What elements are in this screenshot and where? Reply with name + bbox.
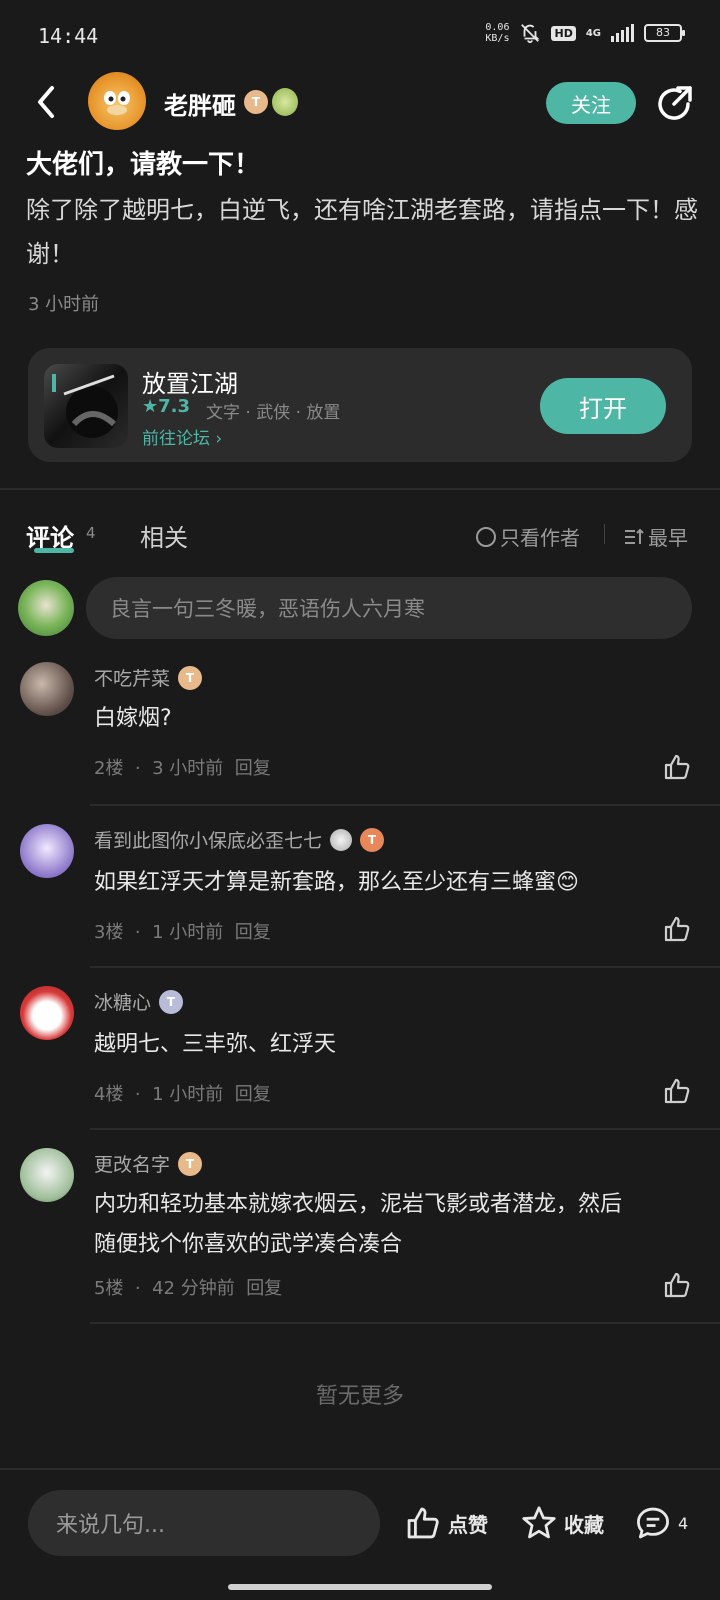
sort-button[interactable]: 最早 (624, 522, 688, 551)
comment-text: 白嫁烟? (94, 706, 172, 731)
comment-divider (90, 1128, 720, 1130)
reply-button[interactable]: 回复 (235, 1084, 271, 1105)
comment-meta: 2楼 · 3 小时前 回复 (94, 758, 271, 779)
like-label: 点赞 (448, 1512, 488, 1537)
bell-off-icon (521, 24, 541, 44)
share-icon[interactable] (654, 84, 694, 124)
status-time: 14:44 (38, 24, 99, 48)
comment-text: 越明七、三丰弥、红浮天 (94, 1032, 337, 1057)
comment-meta: 4楼 · 1 小时前 回复 (94, 1084, 271, 1105)
net-speed: 0.06 KB/s (485, 22, 510, 44)
commenter-avatar[interactable] (20, 986, 74, 1040)
filter-separator (604, 524, 605, 544)
back-arrow-icon[interactable] (30, 82, 66, 122)
comments-button[interactable]: 4 (634, 1504, 688, 1542)
signal-icon (611, 24, 634, 42)
post-time: 3 小时前 (28, 294, 100, 315)
commenter-avatar[interactable] (20, 1148, 74, 1202)
game-name: 放置江湖 (142, 370, 238, 398)
favorite-label: 收藏 (564, 1512, 604, 1537)
game-rating: ★7.3 (142, 396, 191, 417)
tab-active-indicator (34, 548, 74, 553)
sort-label: 最早 (648, 526, 688, 550)
level-badge-icon: T (178, 1151, 203, 1176)
commenter-avatar[interactable] (20, 824, 74, 878)
author-name[interactable]: 老胖砸 (164, 86, 236, 121)
commenter-avatar[interactable] (20, 662, 74, 716)
character-badge-icon (272, 88, 298, 116)
level-badge-icon: T (178, 665, 203, 690)
like-button[interactable]: 点赞 (404, 1504, 488, 1542)
commenter-name[interactable]: 更改名字 T (94, 1150, 203, 1177)
thumbs-up-icon[interactable] (662, 1076, 692, 1106)
reply-button[interactable]: 回复 (235, 922, 271, 943)
comment-text: 如果红浮天才算是新套路，那么至少还有三蜂蜜😊 (94, 870, 579, 895)
favorite-button[interactable]: 收藏 (520, 1504, 604, 1542)
only-author-label: 只看作者 (500, 526, 580, 550)
network-type: 4G (585, 27, 601, 39)
comment-count: 4 (678, 1513, 689, 1533)
tab-comments-count: 4 (86, 524, 96, 542)
comment-input[interactable]: 良言一句三冬暖，恶语伤人六月寒 (86, 577, 692, 639)
tab-related[interactable]: 相关 (140, 518, 188, 553)
author-avatar[interactable] (88, 72, 146, 130)
follow-button[interactable]: 关注 (546, 82, 636, 124)
status-icons: 0.06 KB/s HD 4G 83 (485, 22, 685, 44)
battery-icon: 83 (644, 24, 685, 42)
bottom-comment-input[interactable]: 来说几句... (28, 1490, 380, 1556)
commenter-name[interactable]: 冰糖心 T (94, 988, 184, 1015)
hd-icon: HD (551, 25, 576, 41)
no-more-text: 暂无更多 (315, 1384, 404, 1409)
comment-bubble-icon (637, 1507, 669, 1539)
thumbs-up-icon[interactable] (662, 1270, 692, 1300)
game-tags: 文字 · 武侠 · 放置 (206, 403, 341, 423)
only-author-toggle[interactable]: 只看作者 (476, 522, 580, 551)
section-divider (0, 488, 720, 490)
comment-meta: 3楼 · 1 小时前 回复 (94, 922, 271, 943)
post-body: 除了除了越明七，白逆飞，还有啥江湖老套路，请指点一下！感谢！ (26, 196, 698, 268)
comment-divider (90, 966, 720, 968)
star-icon (522, 1506, 556, 1539)
reply-button[interactable]: 回复 (235, 758, 271, 779)
bottom-bar-divider (0, 1468, 720, 1470)
level-badge-icon: T (244, 90, 268, 114)
commenter-name[interactable]: 看到此图你小保底必歪七七 T (94, 826, 385, 853)
commenter-name[interactable]: 不吃芹菜 T (94, 664, 203, 691)
swordsman-icon (52, 374, 118, 438)
radio-circle-icon (476, 526, 496, 547)
level-badge-icon: T (159, 989, 184, 1014)
game-icon[interactable] (44, 364, 128, 448)
character-badge-icon (330, 828, 353, 851)
level-badge-icon: T (360, 827, 385, 852)
my-avatar[interactable] (18, 580, 74, 636)
thumbs-up-icon[interactable] (662, 914, 692, 944)
comment-text-line-1: 内功和轻功基本就嫁衣烟云，泥岩飞影或者潜龙，然后 (94, 1192, 623, 1217)
sort-icon (625, 528, 644, 544)
thumbs-up-icon (407, 1507, 439, 1539)
comment-divider (90, 804, 720, 806)
thumbs-up-icon[interactable] (662, 752, 692, 782)
cat-face-icon (104, 91, 130, 115)
reply-button[interactable]: 回复 (246, 1278, 282, 1299)
comment-meta: 5楼 · 42 分钟前 回复 (94, 1278, 283, 1299)
comment-divider (90, 1322, 720, 1324)
post-title: 大佬们，请教一下！ (26, 150, 261, 180)
open-game-button[interactable]: 打开 (540, 378, 666, 434)
home-indicator[interactable] (228, 1584, 492, 1590)
comment-text-line-2: 随便找个你喜欢的武学凑合凑合 (94, 1232, 403, 1257)
forum-link[interactable]: 前往论坛 › (142, 424, 222, 449)
